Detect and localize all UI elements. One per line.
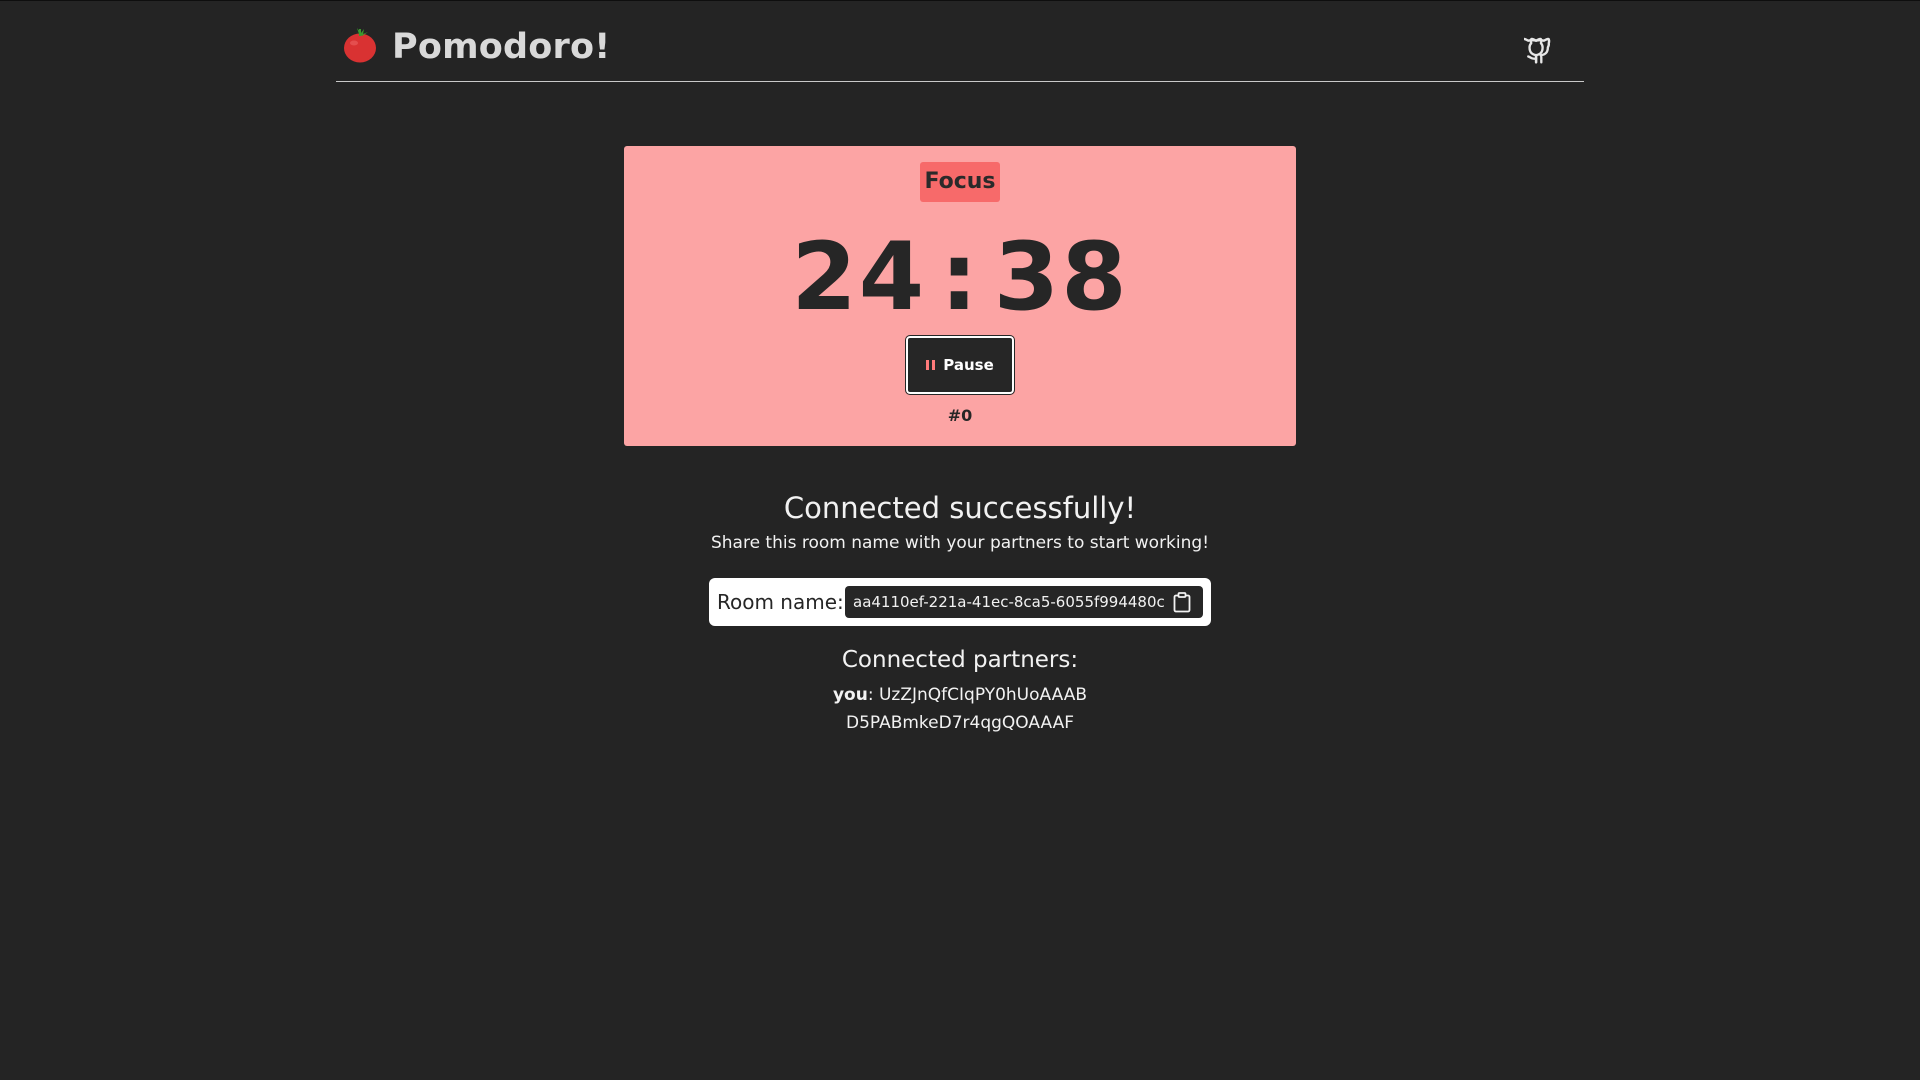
pause-icon [926, 360, 936, 370]
room-name-field[interactable]: aa4110ef-221a-41ec-8ca5-6055f994480c [845, 586, 1203, 618]
pause-button[interactable]: Pause [905, 335, 1015, 395]
time-display: 24:38 [624, 216, 1296, 340]
session-count: #0 [947, 406, 973, 425]
timer-card: Focus 24:38 Pause #0 [624, 146, 1296, 446]
status-title: Connected successfully! [783, 491, 1137, 525]
status-subtitle: Share this room name with your partners … [710, 533, 1210, 553]
room-box: Room name: aa4110ef-221a-41ec-8ca5-6055f… [709, 578, 1211, 626]
header: Pomodoro! [336, 1, 1584, 82]
github-icon[interactable] [1524, 31, 1556, 65]
room-label: Room name: [717, 590, 844, 614]
partner-item: D5PABmkeD7r4qgQOAAAF [846, 713, 1074, 733]
pause-label: Pause [943, 356, 994, 374]
partners-title: Connected partners: [841, 647, 1079, 673]
partner-self-tag: you [832, 685, 868, 705]
partner-list: you: UzZJnQfCIqPY0hUoAAAB D5PABmkeD7r4qg… [0, 681, 1920, 737]
partner-self-id: UzZJnQfCIqPY0hUoAAAB [878, 685, 1088, 705]
timer-separator: : [940, 223, 980, 332]
partner-self-colon: : [867, 685, 874, 705]
partner-self: you: UzZJnQfCIqPY0hUoAAAB [0, 681, 1920, 709]
tomato-icon [344, 28, 376, 63]
timer-minutes: 24 [791, 223, 927, 332]
page: Pomodoro! Focus 24:38 Pause #0 Connected… [0, 0, 1920, 1080]
room-name-value[interactable]: aa4110ef-221a-41ec-8ca5-6055f994480c [853, 586, 1165, 618]
mode-badge: Focus [920, 162, 1000, 202]
app-title: Pomodoro! [392, 27, 611, 67]
clipboard-icon[interactable] [1173, 592, 1191, 613]
timer-seconds: 38 [993, 223, 1129, 332]
